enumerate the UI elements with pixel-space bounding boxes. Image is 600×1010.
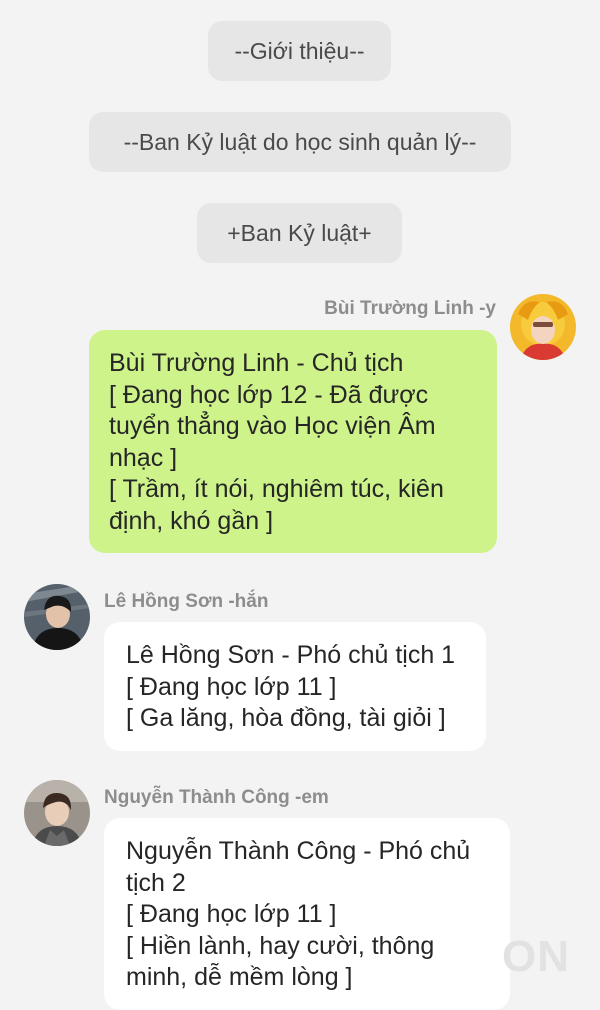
message-bubble[interactable]: Bùi Trường Linh - Chủ tịch [ Đang học lớ…	[89, 330, 497, 553]
avatar[interactable]	[24, 584, 90, 650]
message-line: định, khó gần ]	[109, 506, 274, 535]
sender-name: Lê Hồng Sơn -hắn	[104, 591, 269, 612]
sender-name: Bùi Trường Linh -y	[324, 298, 496, 319]
watermark-logo: ON	[502, 932, 570, 981]
avatar-image-icon	[510, 294, 576, 360]
message-line: [ Ga lăng, hòa đồng, tài giỏi ]	[126, 704, 446, 732]
message-line: [ Đang học lớp 11 ]	[126, 672, 337, 701]
message-line: [ Hiền lành, hay cười, thông	[126, 931, 435, 960]
message-line: Nguyễn Thành Công - Phó chủ	[126, 837, 471, 865]
avatar-image-icon	[24, 584, 90, 650]
message-bubble[interactable]: Nguyễn Thành Công - Phó chủ tịch 2 [ Đan…	[104, 818, 510, 1010]
message-line: tịch 2	[126, 868, 186, 897]
message-line: [ Đang học lớp 11 ]	[126, 900, 337, 928]
message-line: nhạc ]	[109, 443, 178, 472]
message-line: [ Trầm, ít nói, nghiêm túc, kiên	[109, 475, 444, 503]
message-bubble[interactable]: Lê Hồng Sơn - Phó chủ tịch 1 [ Đang học …	[104, 622, 486, 751]
system-message-discipline-board: +Ban Kỷ luật+	[197, 203, 402, 263]
sender-name: Nguyễn Thành Công -em	[104, 787, 329, 808]
message-line: minh, dễ mềm lòng ]	[126, 963, 353, 991]
message-line: Lê Hồng Sơn - Phó chủ tịch 1	[126, 641, 456, 669]
message-line: Bùi Trường Linh - Chủ tịch	[109, 349, 404, 377]
system-message-student-discipline: --Ban Kỷ luật do học sinh quản lý--	[89, 112, 511, 172]
message-line: [ Đang học lớp 12 - Đã được	[109, 380, 429, 409]
system-message-intro: --Giới thiệu--	[208, 21, 391, 81]
avatar[interactable]	[510, 294, 576, 360]
avatar[interactable]	[24, 780, 90, 846]
avatar-image-icon	[24, 780, 90, 846]
message-line: tuyển thẳng vào Học viện Âm	[109, 412, 436, 440]
